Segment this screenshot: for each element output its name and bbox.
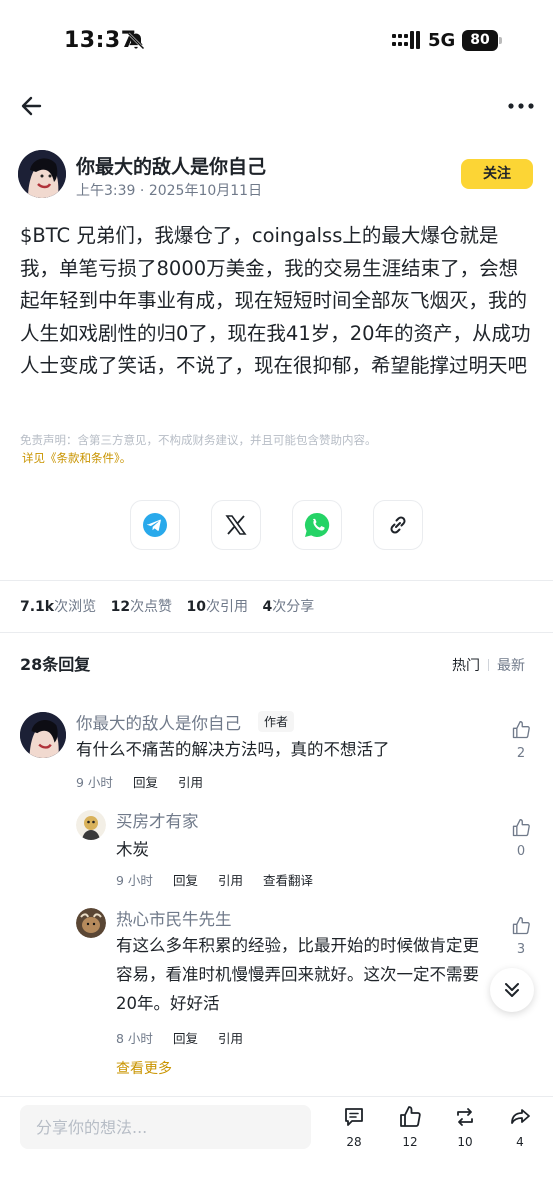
follow-button[interactable]: 关注 xyxy=(461,159,533,189)
back-arrow-icon[interactable] xyxy=(18,92,46,120)
meta-separator: · xyxy=(139,183,149,199)
replies-count-title: 28条回复 xyxy=(20,655,91,674)
share-button[interactable]: 4 xyxy=(500,1105,540,1150)
disclaimer-text: 免责声明：含第三方意见，不构成财务建议，并且可能包含赞助内容。 xyxy=(20,433,377,447)
battery-tip xyxy=(499,37,502,44)
reply-button[interactable]: 回复 xyxy=(173,870,198,889)
comment-text: 有什么不痛苦的解决方法吗，真的不想活了 xyxy=(76,740,390,759)
copy-link-icon xyxy=(390,516,406,534)
post-timestamp: 上午3:39 · 2025年10月11日 xyxy=(76,180,262,200)
share-arrow-icon xyxy=(511,1109,530,1124)
translate-button[interactable]: 查看翻译 xyxy=(263,870,313,889)
view-more-replies-link[interactable]: 查看更多 xyxy=(116,1058,172,1078)
reply-button[interactable]: 回复 xyxy=(173,1028,198,1047)
thumbs-up-icon xyxy=(512,721,530,739)
likes-label: 次点赞 xyxy=(130,599,173,615)
battery-indicator: 80 xyxy=(462,30,498,51)
share-whatsapp-button[interactable] xyxy=(292,500,342,550)
comment-item: 你最大的敌人是你自己 作者 有什么不痛苦的解决方法吗，真的不想活了 9 小时 回复… xyxy=(0,708,553,798)
status-bar: 13:37 5G 80 xyxy=(0,0,553,82)
thumbs-up-icon xyxy=(512,819,530,837)
views-count: 7.1k xyxy=(20,599,55,615)
commenter-avatar[interactable] xyxy=(76,908,106,938)
post-stats: 7.1k次浏览 12次点赞 10次引用 4次分享 xyxy=(20,596,314,616)
like-button[interactable]: 12 xyxy=(390,1105,430,1150)
comment-like-count: 2 xyxy=(516,746,526,761)
comment-actions: 9 小时 回复 引用 查看翻译 xyxy=(116,870,333,889)
comment-text: 有这么多年积累的经验，比最开始的时候做肯定更容易，看准时机慢慢弄回来就好。这次一… xyxy=(116,936,479,1013)
top-nav xyxy=(0,82,553,128)
comment-like-button[interactable]: 3 xyxy=(509,916,533,957)
commenter-name[interactable]: 你最大的敌人是你自己 xyxy=(76,710,241,734)
reply-input[interactable] xyxy=(20,1105,311,1149)
signal-icon xyxy=(392,31,420,49)
quote-button[interactable]: 引用 xyxy=(218,1028,243,1047)
comment-actions: 9 小时 回复 引用 xyxy=(76,772,223,791)
terms-link[interactable]: 详见《条款和条件》。 xyxy=(22,450,131,466)
comment-item: 热心市民牛先生 有这么多年积累的经验，比最开始的时候做肯定更容易，看准时机慢慢弄… xyxy=(0,904,553,1054)
sort-separator xyxy=(488,659,489,671)
comment-text: 木炭 xyxy=(116,840,149,859)
scroll-down-button[interactable] xyxy=(490,968,534,1012)
comment-time: 8 小时 xyxy=(116,1031,153,1046)
whatsapp-icon xyxy=(304,512,330,537)
thumbs-up-icon xyxy=(512,917,530,935)
post-author-header: 你最大的敌人是你自己 上午3:39 · 2025年10月11日 关注 xyxy=(18,150,538,202)
telegram-icon xyxy=(143,513,167,537)
author-name[interactable]: 你最大的敌人是你自己 xyxy=(76,152,266,179)
comment-like-button[interactable]: 2 xyxy=(509,720,533,761)
quote-button[interactable]: 引用 xyxy=(218,870,243,889)
comment-like-count: 0 xyxy=(516,844,526,859)
post-body: $BTC 兄弟们，我爆仓了，coingalss上的最大爆仓就是我，单笔亏损了80… xyxy=(20,224,531,377)
sort-newest-tab[interactable]: 最新 xyxy=(497,658,525,674)
quotes-label: 次引用 xyxy=(206,599,248,615)
commenter-name[interactable]: 买房才有家 xyxy=(116,808,199,832)
share-telegram-button[interactable] xyxy=(130,500,180,550)
x-icon xyxy=(225,515,247,535)
reply-button[interactable]: 回复 xyxy=(133,772,158,791)
bottom-action-bar: 28 12 10 4 xyxy=(0,1096,553,1200)
commenter-avatar[interactable] xyxy=(76,810,106,840)
comment-time: 9 小时 xyxy=(76,775,113,790)
comments-button[interactable]: 28 xyxy=(334,1105,374,1150)
likes-count: 12 xyxy=(402,1135,418,1149)
post-time: 上午3:39 xyxy=(76,183,136,199)
comment-icon xyxy=(345,1108,363,1126)
share-x-button[interactable] xyxy=(211,500,261,550)
repost-button[interactable]: 10 xyxy=(445,1105,485,1150)
comments-count: 28 xyxy=(346,1135,362,1149)
more-options-icon[interactable] xyxy=(506,96,536,116)
likes-count: 12 xyxy=(110,599,131,615)
commenter-name[interactable]: 热心市民牛先生 xyxy=(116,906,232,930)
views-label: 次浏览 xyxy=(54,599,97,615)
bell-off-icon xyxy=(127,32,145,50)
post-date: 2025年10月11日 xyxy=(148,183,263,199)
comment-item: 买房才有家 木炭 9 小时 回复 引用 查看翻译 0 xyxy=(0,806,553,896)
author-badge: 作者 xyxy=(258,711,295,732)
author-avatar[interactable] xyxy=(18,150,66,198)
comment-time: 9 小时 xyxy=(116,873,153,888)
comment-actions: 8 小时 回复 引用 xyxy=(116,1028,263,1047)
sort-tabs: 热门 最新 xyxy=(452,655,525,675)
network-label: 5G xyxy=(428,30,456,51)
comment-like-button[interactable]: 0 xyxy=(509,818,533,859)
repost-icon xyxy=(457,1108,473,1126)
commenter-avatar[interactable] xyxy=(20,712,66,758)
sort-hot-tab[interactable]: 热门 xyxy=(452,658,480,674)
shares-count: 4 xyxy=(262,599,273,615)
quote-button[interactable]: 引用 xyxy=(178,772,203,791)
shares-label: 次分享 xyxy=(272,599,315,615)
double-chevron-down-icon xyxy=(505,983,519,997)
comment-like-count: 3 xyxy=(516,942,526,957)
thumbs-up-icon xyxy=(400,1106,421,1127)
quotes-count: 10 xyxy=(186,599,206,615)
reposts-count: 10 xyxy=(457,1135,473,1149)
copy-link-button[interactable] xyxy=(373,500,423,550)
shares-count: 4 xyxy=(516,1135,524,1149)
section-divider xyxy=(0,580,553,581)
share-row xyxy=(130,500,423,550)
section-divider xyxy=(0,632,553,633)
